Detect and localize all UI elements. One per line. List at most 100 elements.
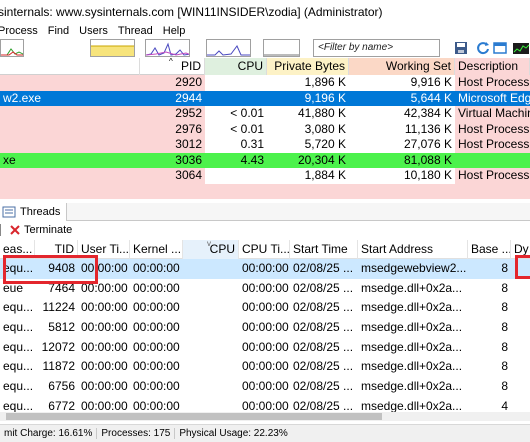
menu-find[interactable]: Find xyxy=(48,25,69,37)
private-bytes-header[interactable]: Private Bytes xyxy=(267,58,349,75)
thread-user-time: 00:00:00 xyxy=(81,300,128,315)
user-time-header-label: User Ti... xyxy=(81,242,130,256)
process-cpu: < 0.01 xyxy=(205,121,267,137)
thread-row[interactable]: equ... 5812 00:00:00 00:00:00 00:00:00 02/08/… xyxy=(0,318,530,338)
menu-users[interactable]: Users xyxy=(79,25,108,37)
tab-threads[interactable]: Threads xyxy=(0,203,68,221)
tab-threads-label: Threads xyxy=(20,206,61,218)
cpu-graph-icon[interactable] xyxy=(512,40,530,56)
thread-base-priority: 8 xyxy=(501,261,508,275)
process-name: xe xyxy=(0,152,140,168)
thread-kernel-time: 00:00:00 xyxy=(133,280,180,295)
scrollbar-thumb[interactable] xyxy=(6,413,382,420)
process-private-bytes: 20,304 K xyxy=(267,152,349,168)
process-row[interactable]: w2.exe2944 9,196 K5,644 KMicrosoft Edge xyxy=(0,90,530,106)
thread-dynamic-priority xyxy=(511,279,530,299)
menu-process[interactable]: Process xyxy=(0,25,38,37)
menu-help[interactable]: Help xyxy=(163,25,186,37)
thread-row[interactable]: equ... 12072 00:00:00 00:00:00 00:00:00 02/08… xyxy=(0,338,530,358)
thread-dynamic-priority xyxy=(511,318,530,338)
start-address-header[interactable]: Start Address xyxy=(358,240,468,259)
process-row[interactable]: 2920 1,896 K9,916 KHost Process fo xyxy=(0,75,530,91)
io-graph[interactable] xyxy=(145,39,190,57)
kernel-time-header[interactable]: Kernel ... xyxy=(130,240,183,259)
thread-start-address: msedgewebview2... xyxy=(361,261,467,275)
terminate-icon xyxy=(10,225,20,235)
thread-row[interactable]: eue 7464 00:00:00 00:00:00 00:00:00 02/08/25 … xyxy=(0,279,530,299)
window-icon[interactable] xyxy=(492,40,508,56)
process-working-set: 42,384 K xyxy=(349,106,455,122)
commit-charge-status: mit Charge: 16.61% xyxy=(0,428,98,439)
process-row[interactable]: xe 3036 4.43 20,304 K 81,088 K xyxy=(0,152,530,168)
description-header[interactable]: Description xyxy=(455,58,530,75)
menu-bar: Process Find Users Thread Help xyxy=(0,24,530,38)
disk-graph[interactable] xyxy=(263,39,300,57)
process-name xyxy=(0,121,140,137)
thread-cpu-header[interactable]: v CPU xyxy=(183,240,239,259)
terminate-button[interactable]: Terminate xyxy=(9,224,72,236)
process-description: Microsoft Edge xyxy=(455,90,530,106)
process-row[interactable]: 30120.315,720 K27,076 KHost Process fo xyxy=(0,137,530,153)
menu-thread[interactable]: Thread xyxy=(118,25,153,37)
working-set-header-label: Working Set xyxy=(385,59,451,73)
working-set-header[interactable]: Working Set xyxy=(349,58,455,75)
filter-input[interactable]: <Filter by name> xyxy=(313,39,440,57)
dynamic-priority-header[interactable]: Dy xyxy=(511,240,530,259)
network-graph[interactable] xyxy=(206,39,251,57)
cpu-graph[interactable] xyxy=(0,39,24,57)
process-row[interactable]: 2952 < 0.01 41,880 K 42,384 K Virtual Machin xyxy=(0,106,530,122)
pid-header[interactable]: ^ PID xyxy=(140,58,205,75)
thread-wait-reason: equ... xyxy=(3,359,34,374)
process-working-set: 11,136 K xyxy=(349,121,455,137)
threads-horizontal-scrollbar[interactable] xyxy=(0,412,530,421)
thread-base-priority: 8 xyxy=(501,339,508,354)
kernel-time-header-label: Kernel ... xyxy=(133,242,182,256)
process-row[interactable]: 2976< 0.013,080 K11,136 KHost Process fo xyxy=(0,121,530,137)
thread-start-time: 02/08/25 ... xyxy=(293,339,354,354)
wait-reason-header[interactable]: eas... xyxy=(0,240,35,259)
process-private-bytes: 5,720 K xyxy=(267,137,349,153)
refresh-icon[interactable] xyxy=(475,40,491,56)
save-icon[interactable] xyxy=(453,40,469,56)
process-description: Host Process fo xyxy=(455,121,530,137)
thread-wait-reason: equ... xyxy=(3,379,34,394)
tid-header-label: TID xyxy=(54,242,74,256)
thread-wait-reason: eue xyxy=(3,280,24,295)
commit-graph[interactable] xyxy=(90,39,135,57)
lower-pane-tabs: Threads xyxy=(0,203,530,221)
process-pid: 3036 xyxy=(140,152,205,168)
thread-user-time: 00:00:00 xyxy=(81,280,128,295)
thread-dynamic-priority xyxy=(511,377,530,397)
description-header-label: Description xyxy=(458,59,519,73)
process-table-header: ^ PID CPU Private Bytes Working Set Desc… xyxy=(0,58,530,75)
thread-user-time: 00:00:00 xyxy=(81,379,128,394)
thread-cpu-time: 00:00:00 xyxy=(242,280,289,295)
base-priority-header[interactable]: Base ... xyxy=(468,240,511,259)
thread-cpu-time: 00:00:00 xyxy=(242,320,289,335)
process-name-header[interactable] xyxy=(0,58,140,75)
thread-dynamic-priority xyxy=(511,357,530,377)
toolbar-divider xyxy=(0,224,1,236)
thread-row[interactable]: equ... 11872 00:00:00 00:00:00 00:00:00 02/08… xyxy=(0,357,530,377)
thread-user-time: 00:00:00 xyxy=(81,359,128,374)
user-time-header[interactable]: User Ti... xyxy=(78,240,130,259)
thread-cpu xyxy=(183,318,239,338)
process-description: Virtual Machin xyxy=(455,106,530,122)
thread-row[interactable]: equ... 9408 00:00:00 00:00:00 00:00:00 02/08/… xyxy=(0,259,530,279)
tid-header[interactable]: TID xyxy=(35,240,78,259)
cpu-header[interactable]: CPU xyxy=(205,58,267,75)
sort-arrow-icon: ^ xyxy=(169,58,173,66)
start-time-header[interactable]: Start Time xyxy=(290,240,358,259)
thread-cpu-time: 00:00:00 xyxy=(242,300,289,315)
process-row[interactable]: 3064 1,884 K10,180 KHost Process fo xyxy=(0,168,530,184)
cpu-time-header[interactable]: CPU Ti... xyxy=(239,240,290,259)
process-cpu: < 0.01 xyxy=(205,106,267,122)
thread-start-address: msedge.dll+0x2a... xyxy=(361,339,463,354)
thread-row[interactable]: equ... 6756 00:00:00 00:00:00 00:00:00 02/08/… xyxy=(0,377,530,397)
physical-usage-status: Physical Usage: 22.23% xyxy=(179,428,288,439)
thread-row[interactable]: equ... 11224 00:00:00 00:00:00 00:00:00 02/08… xyxy=(0,298,530,318)
thread-cpu xyxy=(183,298,239,318)
thread-cpu xyxy=(183,338,239,358)
start-time-header-label: Start Time xyxy=(293,242,348,256)
threads-command-bar: Terminate xyxy=(0,221,530,239)
